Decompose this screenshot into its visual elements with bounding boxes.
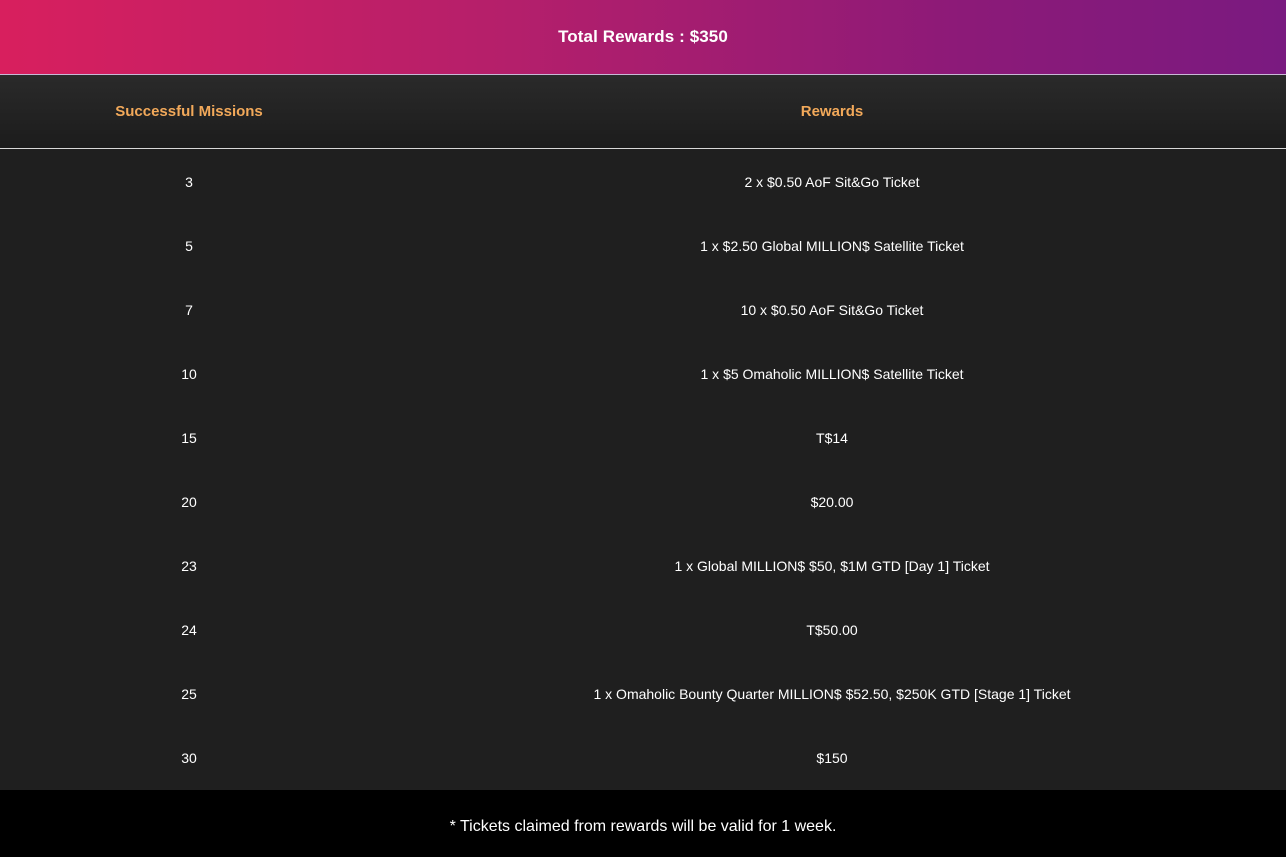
table-row: 10 1 x $5 Omaholic MILLION$ Satellite Ti… [0, 342, 1286, 406]
missions-cell: 23 [181, 558, 197, 574]
table-row: 5 1 x $2.50 Global MILLION$ Satellite Ti… [0, 214, 1286, 278]
column-header-successful-missions: Successful Missions [115, 103, 263, 120]
ticket-validity-note: * Tickets claimed from rewards will be v… [449, 817, 837, 835]
rewards-table-header: Successful Missions Rewards [0, 75, 1286, 149]
table-row: 25 1 x Omaholic Bounty Quarter MILLION$ … [0, 662, 1286, 726]
reward-cell: 1 x Global MILLION$ $50, $1M GTD [Day 1]… [674, 558, 990, 574]
reward-cell: 1 x $2.50 Global MILLION$ Satellite Tick… [700, 238, 964, 254]
rewards-table-body: 3 2 x $0.50 AoF Sit&Go Ticket 5 1 x $2.5… [0, 150, 1286, 790]
table-row: 23 1 x Global MILLION$ $50, $1M GTD [Day… [0, 534, 1286, 598]
footer: * Tickets claimed from rewards will be v… [0, 790, 1286, 857]
reward-cell: 2 x $0.50 AoF Sit&Go Ticket [744, 174, 920, 190]
column-header-rewards: Rewards [800, 103, 864, 120]
missions-cell: 3 [185, 174, 193, 190]
reward-cell: T$14 [816, 430, 848, 446]
total-rewards-banner: Total Rewards : $350 [0, 0, 1286, 75]
reward-cell: 1 x Omaholic Bounty Quarter MILLION$ $52… [593, 686, 1071, 702]
table-row: 15 T$14 [0, 406, 1286, 470]
total-rewards-title: Total Rewards : $350 [558, 27, 728, 46]
table-row: 30 $150 [0, 726, 1286, 790]
missions-cell: 25 [181, 686, 197, 702]
missions-cell: 7 [185, 302, 193, 318]
missions-cell: 10 [181, 366, 197, 382]
missions-cell: 24 [181, 622, 197, 638]
reward-cell: $150 [816, 750, 848, 766]
missions-cell: 20 [181, 494, 197, 510]
missions-cell: 5 [185, 238, 193, 254]
missions-cell: 15 [181, 430, 197, 446]
reward-cell: 10 x $0.50 AoF Sit&Go Ticket [740, 302, 924, 318]
table-row: 20 $20.00 [0, 470, 1286, 534]
rewards-page: Total Rewards : $350 Successful Missions… [0, 0, 1286, 857]
missions-cell: 30 [181, 750, 197, 766]
reward-cell: $20.00 [810, 494, 854, 510]
table-row: 7 10 x $0.50 AoF Sit&Go Ticket [0, 278, 1286, 342]
reward-cell: T$50.00 [806, 622, 858, 638]
reward-cell: 1 x $5 Omaholic MILLION$ Satellite Ticke… [700, 366, 964, 382]
table-row: 3 2 x $0.50 AoF Sit&Go Ticket [0, 150, 1286, 214]
table-row: 24 T$50.00 [0, 598, 1286, 662]
